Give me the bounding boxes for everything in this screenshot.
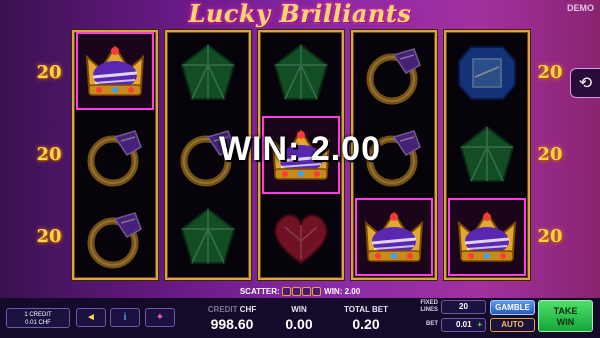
credit-stat: CREDIT CHF 998.60 — [205, 305, 259, 332]
symbol-sapphire — [448, 34, 526, 112]
total-bet-value: 0.20 — [352, 316, 380, 332]
take-win-button[interactable]: TAKE WIN — [538, 300, 593, 332]
ring-icon — [79, 201, 151, 273]
gamble-button[interactable]: GAMBLE — [490, 300, 535, 315]
speaker-icon: ◄ — [86, 312, 96, 323]
settings-icon: ✦ — [155, 312, 165, 323]
bet-plus-button[interactable]: + — [477, 319, 482, 331]
heart-icon — [274, 214, 328, 264]
credit-value-box[interactable]: 1 CREDIT 0.01 CHF — [6, 308, 70, 328]
line-number-right-1: 20 — [537, 62, 563, 83]
scatter-crown-icon — [302, 287, 312, 297]
scatter-crown-icon — [282, 287, 292, 297]
credit-value: 998.60 — [210, 316, 254, 332]
credit-denomination: 1 CREDIT — [24, 312, 52, 318]
symbol-ring — [355, 34, 433, 112]
line-number-left-3: 20 — [36, 226, 62, 247]
bet-value: 0.01 — [456, 320, 472, 329]
symbol-crown — [76, 32, 154, 110]
sound-button[interactable]: ◄ — [76, 308, 106, 327]
info-icon: i — [123, 312, 127, 323]
settings-button[interactable]: ✦ — [145, 308, 175, 327]
fixed-lines-label: FIXED LINES — [420, 300, 438, 313]
scatter-label: SCATTER: — [239, 287, 280, 296]
symbol-crown — [355, 198, 433, 276]
fixed-lines-value: 20 — [441, 300, 486, 314]
crown-icon — [364, 211, 424, 263]
scatter-crown-icon — [292, 287, 302, 297]
win-label: WIN — [291, 305, 307, 314]
symbol-crown — [448, 198, 526, 276]
scatter-crown-icon — [312, 287, 322, 297]
line-number-right-3: 20 — [537, 226, 563, 247]
symbol-heart — [262, 198, 340, 276]
win-banner: WIN: 2.00 — [218, 130, 382, 168]
sapphire-icon — [458, 46, 516, 100]
emerald-icon — [181, 44, 235, 100]
emerald-icon — [274, 44, 328, 100]
auto-button[interactable]: AUTO — [490, 318, 535, 332]
total-bet-stat: TOTAL BET 0.20 — [336, 305, 396, 332]
bet-label: BET — [426, 321, 438, 327]
scatter-win: WIN: 2.00 — [324, 287, 361, 296]
history-button[interactable]: ⟲ — [570, 68, 600, 98]
history-icon: ⟲ — [578, 75, 593, 92]
win-stat: WIN 0.00 — [276, 305, 322, 332]
game-title: Lucky Brilliants — [188, 0, 412, 28]
symbol-emerald — [169, 198, 247, 276]
credit-currency: CHF — [239, 305, 257, 314]
crown-icon — [457, 211, 517, 263]
emerald-icon — [181, 208, 235, 264]
demo-label: DEMO — [567, 3, 594, 13]
win-value: 0.00 — [285, 316, 313, 332]
line-number-left-1: 20 — [36, 62, 62, 83]
credit-label: CREDIT — [207, 305, 238, 314]
symbol-ring — [76, 198, 154, 276]
scatter-bar: SCATTER: WIN: 2.00 — [0, 287, 600, 297]
ring-icon — [358, 37, 430, 109]
symbol-emerald — [169, 34, 247, 112]
total-bet-label: TOTAL BET — [344, 305, 388, 314]
crown-icon — [85, 45, 145, 97]
symbol-emerald — [262, 34, 340, 112]
credit-currency-value: 0.01 CHF — [25, 320, 51, 326]
bet-stepper[interactable]: 0.01 + — [441, 318, 486, 332]
info-button[interactable]: i — [110, 308, 140, 327]
